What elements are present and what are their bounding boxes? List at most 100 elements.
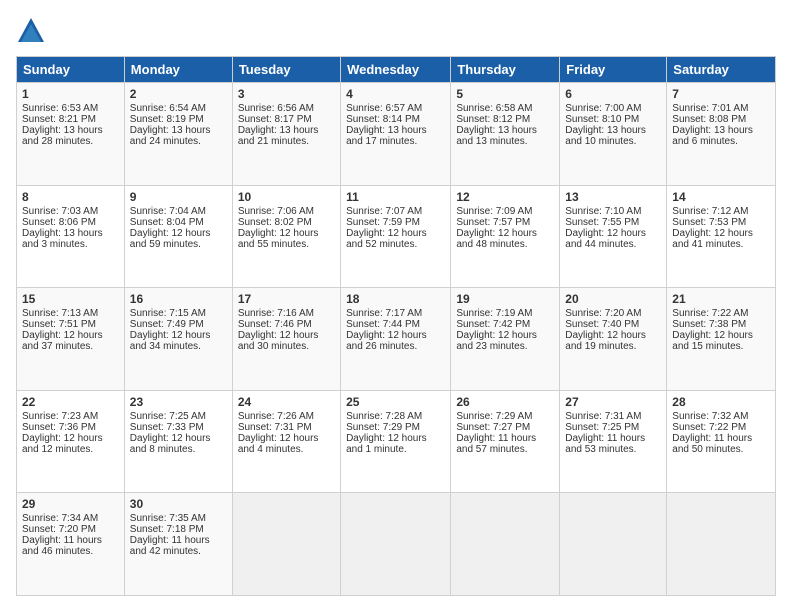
day-info: and 59 minutes. [130, 239, 227, 250]
calendar-cell: 28Sunrise: 7:32 AMSunset: 7:22 PMDayligh… [667, 390, 776, 493]
day-number: 23 [130, 395, 227, 409]
day-number: 27 [565, 395, 661, 409]
day-info: Sunrise: 6:57 AM [346, 103, 445, 114]
day-number: 7 [672, 87, 770, 101]
day-info: and 6 minutes. [672, 136, 770, 147]
calendar-cell: 6Sunrise: 7:00 AMSunset: 8:10 PMDaylight… [560, 83, 667, 186]
day-number: 25 [346, 395, 445, 409]
calendar-cell: 18Sunrise: 7:17 AMSunset: 7:44 PMDayligh… [341, 288, 451, 391]
calendar-cell: 3Sunrise: 6:56 AMSunset: 8:17 PMDaylight… [232, 83, 340, 186]
day-info: Sunset: 7:25 PM [565, 422, 661, 433]
logo [16, 16, 50, 46]
day-info: Daylight: 13 hours [565, 125, 661, 136]
day-info: Sunrise: 7:09 AM [456, 206, 554, 217]
day-info: Sunrise: 7:26 AM [238, 411, 335, 422]
day-info: and 19 minutes. [565, 341, 661, 352]
page: SundayMondayTuesdayWednesdayThursdayFrid… [0, 0, 792, 612]
calendar: SundayMondayTuesdayWednesdayThursdayFrid… [16, 56, 776, 596]
weekday-header-monday: Monday [124, 57, 232, 83]
day-info: Daylight: 12 hours [672, 228, 770, 239]
day-info: Daylight: 13 hours [672, 125, 770, 136]
day-info: Daylight: 13 hours [456, 125, 554, 136]
day-number: 14 [672, 190, 770, 204]
header [16, 16, 776, 46]
calendar-cell: 30Sunrise: 7:35 AMSunset: 7:18 PMDayligh… [124, 493, 232, 596]
day-info: Sunrise: 7:25 AM [130, 411, 227, 422]
calendar-cell: 19Sunrise: 7:19 AMSunset: 7:42 PMDayligh… [451, 288, 560, 391]
calendar-cell: 24Sunrise: 7:26 AMSunset: 7:31 PMDayligh… [232, 390, 340, 493]
day-info: and 30 minutes. [238, 341, 335, 352]
day-info: and 13 minutes. [456, 136, 554, 147]
day-info: Sunrise: 7:22 AM [672, 308, 770, 319]
day-number: 21 [672, 292, 770, 306]
weekday-header-wednesday: Wednesday [341, 57, 451, 83]
calendar-cell: 1Sunrise: 6:53 AMSunset: 8:21 PMDaylight… [17, 83, 125, 186]
calendar-cell: 2Sunrise: 6:54 AMSunset: 8:19 PMDaylight… [124, 83, 232, 186]
day-info: Sunset: 7:53 PM [672, 217, 770, 228]
day-info: Daylight: 13 hours [130, 125, 227, 136]
day-info: Sunset: 8:14 PM [346, 114, 445, 125]
calendar-cell: 8Sunrise: 7:03 AMSunset: 8:06 PMDaylight… [17, 185, 125, 288]
day-info: Sunrise: 7:28 AM [346, 411, 445, 422]
day-info: Sunset: 7:55 PM [565, 217, 661, 228]
day-info: Sunset: 8:21 PM [22, 114, 119, 125]
day-info: and 12 minutes. [22, 444, 119, 455]
day-number: 5 [456, 87, 554, 101]
day-info: and 21 minutes. [238, 136, 335, 147]
day-info: Daylight: 12 hours [672, 330, 770, 341]
day-info: Sunset: 7:59 PM [346, 217, 445, 228]
day-number: 28 [672, 395, 770, 409]
day-info: and 48 minutes. [456, 239, 554, 250]
logo-icon [16, 16, 46, 46]
weekday-header-friday: Friday [560, 57, 667, 83]
day-number: 13 [565, 190, 661, 204]
weekday-header-saturday: Saturday [667, 57, 776, 83]
day-info: Sunset: 8:19 PM [130, 114, 227, 125]
day-info: Sunset: 7:46 PM [238, 319, 335, 330]
day-info: Sunset: 7:36 PM [22, 422, 119, 433]
calendar-cell: 29Sunrise: 7:34 AMSunset: 7:20 PMDayligh… [17, 493, 125, 596]
day-info: Sunrise: 6:54 AM [130, 103, 227, 114]
day-info: and 24 minutes. [130, 136, 227, 147]
calendar-week-2: 15Sunrise: 7:13 AMSunset: 7:51 PMDayligh… [17, 288, 776, 391]
calendar-cell: 9Sunrise: 7:04 AMSunset: 8:04 PMDaylight… [124, 185, 232, 288]
day-info: Daylight: 12 hours [346, 330, 445, 341]
day-info: Sunrise: 7:34 AM [22, 513, 119, 524]
day-number: 11 [346, 190, 445, 204]
day-info: Sunset: 7:31 PM [238, 422, 335, 433]
calendar-week-1: 8Sunrise: 7:03 AMSunset: 8:06 PMDaylight… [17, 185, 776, 288]
day-info: Sunrise: 6:58 AM [456, 103, 554, 114]
day-info: and 46 minutes. [22, 546, 119, 557]
calendar-cell: 26Sunrise: 7:29 AMSunset: 7:27 PMDayligh… [451, 390, 560, 493]
day-info: and 28 minutes. [22, 136, 119, 147]
day-info: Sunset: 7:27 PM [456, 422, 554, 433]
day-info: Sunrise: 7:06 AM [238, 206, 335, 217]
day-number: 19 [456, 292, 554, 306]
day-info: and 57 minutes. [456, 444, 554, 455]
day-info: Daylight: 12 hours [456, 330, 554, 341]
day-info: Sunset: 8:17 PM [238, 114, 335, 125]
calendar-cell: 13Sunrise: 7:10 AMSunset: 7:55 PMDayligh… [560, 185, 667, 288]
day-info: Sunrise: 7:20 AM [565, 308, 661, 319]
calendar-cell: 21Sunrise: 7:22 AMSunset: 7:38 PMDayligh… [667, 288, 776, 391]
day-info: Daylight: 12 hours [22, 433, 119, 444]
day-number: 15 [22, 292, 119, 306]
day-info: Sunset: 8:04 PM [130, 217, 227, 228]
day-info: Sunset: 7:51 PM [22, 319, 119, 330]
day-info: Daylight: 12 hours [22, 330, 119, 341]
day-info: and 34 minutes. [130, 341, 227, 352]
calendar-cell: 11Sunrise: 7:07 AMSunset: 7:59 PMDayligh… [341, 185, 451, 288]
day-info: Sunset: 8:02 PM [238, 217, 335, 228]
day-info: Daylight: 12 hours [565, 228, 661, 239]
calendar-cell [451, 493, 560, 596]
day-info: Sunset: 7:49 PM [130, 319, 227, 330]
day-info: Daylight: 11 hours [672, 433, 770, 444]
day-info: and 10 minutes. [565, 136, 661, 147]
calendar-cell: 5Sunrise: 6:58 AMSunset: 8:12 PMDaylight… [451, 83, 560, 186]
weekday-header-thursday: Thursday [451, 57, 560, 83]
day-number: 17 [238, 292, 335, 306]
calendar-cell: 20Sunrise: 7:20 AMSunset: 7:40 PMDayligh… [560, 288, 667, 391]
day-info: Sunrise: 7:35 AM [130, 513, 227, 524]
day-info: and 37 minutes. [22, 341, 119, 352]
day-info: Sunset: 7:20 PM [22, 524, 119, 535]
